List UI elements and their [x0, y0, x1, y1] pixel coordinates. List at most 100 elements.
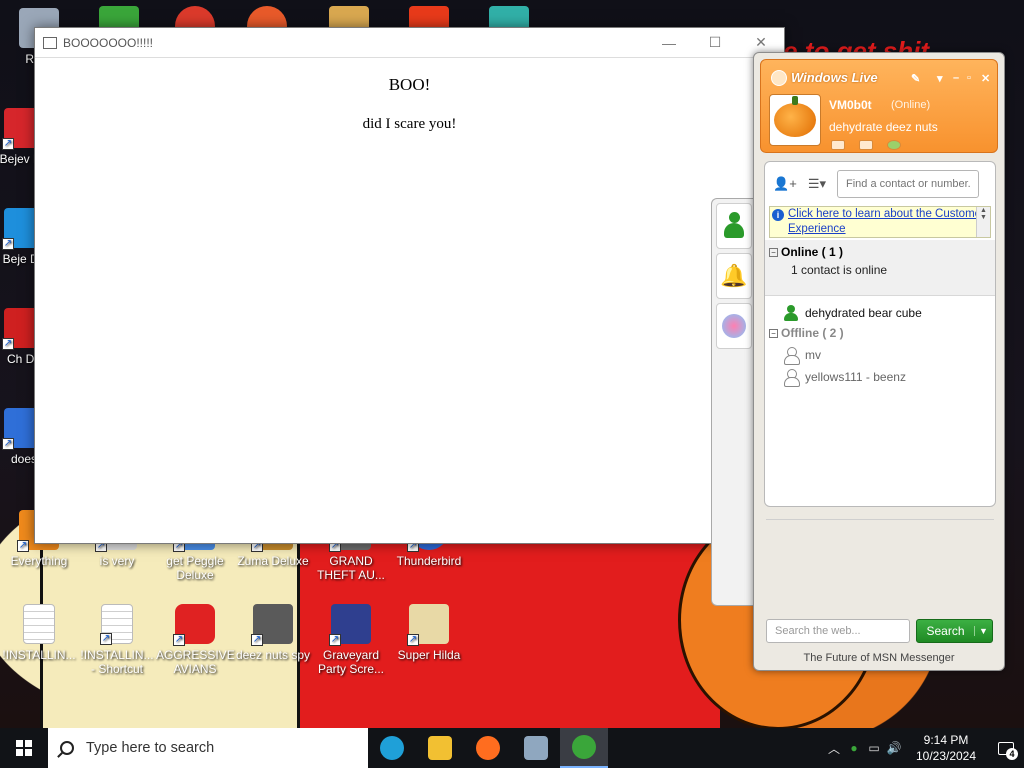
header-shortcuts	[831, 140, 901, 150]
desktop-icon-installing[interactable]: !INSTALLIN...	[0, 604, 78, 662]
customer-experience-link[interactable]: Click here to learn about the Customer E…	[788, 207, 990, 237]
system-tray: ︿ ● ▭ 🔊 9:14 PM 10/23/2024 4	[824, 728, 1024, 768]
taskbar-app-firefox[interactable]	[464, 728, 512, 768]
taskbar-app-edge[interactable]	[368, 728, 416, 768]
search-button-label: Search	[926, 624, 965, 638]
taskbar-app-messenger[interactable]	[560, 728, 608, 768]
offline-buddy-icon	[783, 369, 800, 387]
chevron-down-icon[interactable]: ▼	[974, 626, 992, 636]
menu-dropdown-icon[interactable]: ▾	[937, 72, 943, 85]
clock-time: 9:14 PM	[923, 733, 969, 747]
personal-message[interactable]: dehydrate deez nuts	[829, 120, 938, 134]
messenger-brand: Windows Live	[791, 70, 878, 85]
window-content: BOO! did I scare you!	[35, 75, 784, 133]
web-search-input[interactable]: Search the web...	[766, 619, 910, 643]
desktop-icon-graveyard-party[interactable]: ↗ Graveyard Party Scre...	[312, 604, 390, 676]
taskbar-search[interactable]: Type here to search	[48, 728, 368, 768]
divider	[766, 519, 994, 520]
web-search-bar: Search the web... Search ▼	[766, 619, 993, 643]
desktop-icon-aggressive-avians[interactable]: ↗ AGGRESSIVE AVIANS	[156, 604, 235, 676]
notification-center-button[interactable]: 4	[988, 728, 1024, 768]
online-group-header[interactable]: − Online ( 1 )	[765, 240, 995, 259]
taskbar-search-placeholder: Type here to search	[86, 740, 215, 756]
clock-date: 10/23/2024	[915, 749, 977, 763]
buddy-icon	[723, 212, 745, 240]
messenger-icon	[572, 735, 596, 759]
spaces-icon[interactable]	[859, 140, 873, 150]
messenger-footer: The Future of MSN Messenger	[803, 652, 955, 664]
messenger-tray-icon[interactable]: ●	[844, 741, 864, 755]
popup-window: BOOOOOOO!!!!! — ☐ ✕ BOO! did I scare you…	[34, 27, 785, 544]
notification-count: 4	[1006, 748, 1018, 760]
offline-buddy-icon	[783, 347, 800, 365]
search-icon	[60, 741, 74, 755]
firefox-icon	[476, 736, 500, 760]
messenger-side-tabs: 🔔	[711, 198, 755, 606]
find-contact-input[interactable]	[837, 170, 979, 198]
pixel-art-icon: ↗	[407, 604, 449, 646]
pumpkin-icon	[774, 96, 816, 137]
desktop-icon-installing-shortcut[interactable]: ↗ !INSTALLIN... - Shortcut	[78, 604, 156, 676]
paint-brush-icon[interactable]: ✎	[911, 72, 920, 85]
window-stack-icon: ↗	[251, 604, 293, 646]
user-status[interactable]: (Online)	[891, 99, 930, 111]
edge-icon	[380, 736, 404, 760]
windows-logo-icon	[771, 70, 787, 86]
taskbar: Type here to search ︿ ● ▭ 🔊 9:14 PM 10/2…	[0, 728, 1024, 768]
add-contact-icon[interactable]: 👤+	[773, 174, 797, 194]
alerts-tab[interactable]: 🔔	[716, 253, 752, 299]
online-group: − Online ( 1 ) 1 contact is online	[765, 240, 995, 296]
text-document-icon	[23, 604, 55, 644]
display-picture[interactable]	[769, 94, 821, 146]
maximize-button[interactable]: ☐	[692, 28, 738, 58]
minimize-button[interactable]: —	[646, 28, 692, 58]
contact-item[interactable]: dehydrated bear cube	[765, 302, 995, 324]
page-body-text: did I scare you!	[362, 116, 457, 132]
offline-group-header[interactable]: − Offline ( 2 )	[765, 324, 995, 340]
contact-name: yellows111 - beenz	[805, 370, 906, 384]
contact-item[interactable]: mv	[765, 344, 995, 366]
info-banner: i Click here to learn about the Customer…	[769, 206, 991, 238]
contact-list-panel: 👤+ ☰▾ i Click here to learn about the Cu…	[764, 161, 996, 507]
chevron-up-icon[interactable]: ︿	[824, 740, 844, 757]
globe-icon[interactable]	[887, 140, 901, 150]
messenger-header: Windows Live ✎ ▾ – ▫ ✕ VM0b0t (Online) d…	[760, 59, 998, 153]
desktop-icon-super-hilda[interactable]: ↗ Super Hilda	[390, 604, 468, 662]
clock[interactable]: 9:14 PM 10/23/2024	[910, 732, 982, 764]
contact-name: mv	[805, 348, 821, 362]
contact-toolbar: 👤+ ☰▾	[765, 162, 995, 206]
offline-group-label: Offline ( 2 )	[781, 326, 844, 340]
taskbar-app-file-explorer[interactable]	[416, 728, 464, 768]
volume-icon[interactable]: 🔊	[884, 741, 904, 755]
butterfly-icon	[722, 314, 746, 338]
contacts-tab[interactable]	[716, 203, 752, 249]
network-icon[interactable]: ▭	[864, 741, 884, 755]
minimize-button[interactable]: –	[953, 72, 959, 84]
text-document-icon: ↗	[100, 604, 133, 645]
desktop-icon-deez-nuts-spy[interactable]: ↗ deez nuts spy	[234, 604, 312, 662]
fun-tab[interactable]	[716, 303, 752, 349]
window-titlebar[interactable]: BOOOOOOO!!!!! — ☐ ✕	[35, 28, 784, 58]
collapse-icon[interactable]: −	[769, 247, 778, 257]
online-summary: 1 contact is online	[791, 263, 888, 277]
info-icon: i	[772, 209, 784, 221]
contact-name: dehydrated bear cube	[805, 306, 922, 320]
taskbar-app-window[interactable]	[512, 728, 560, 768]
window-app-icon	[43, 36, 57, 49]
messenger-window: Windows Live ✎ ▾ – ▫ ✕ VM0b0t (Online) d…	[753, 52, 1005, 671]
collapse-icon[interactable]: −	[769, 328, 778, 338]
close-button[interactable]: ✕	[981, 72, 990, 85]
list-view-icon[interactable]: ☰▾	[805, 174, 829, 194]
banner-scrollbar[interactable]: ▲ ▼	[976, 207, 990, 237]
windows-logo-icon	[16, 740, 32, 756]
user-display-name[interactable]: VM0b0t	[829, 98, 872, 112]
start-button[interactable]	[0, 728, 48, 768]
maximize-button[interactable]: ▫	[967, 72, 971, 84]
online-group-label: Online ( 1 )	[781, 245, 844, 259]
contact-item[interactable]: yellows111 - beenz	[765, 366, 995, 388]
game-icon: ↗	[329, 604, 371, 646]
search-button[interactable]: Search ▼	[916, 619, 993, 643]
mail-icon[interactable]	[831, 140, 845, 150]
angry-bird-icon: ↗	[173, 604, 215, 646]
bell-icon: 🔔	[720, 263, 748, 288]
